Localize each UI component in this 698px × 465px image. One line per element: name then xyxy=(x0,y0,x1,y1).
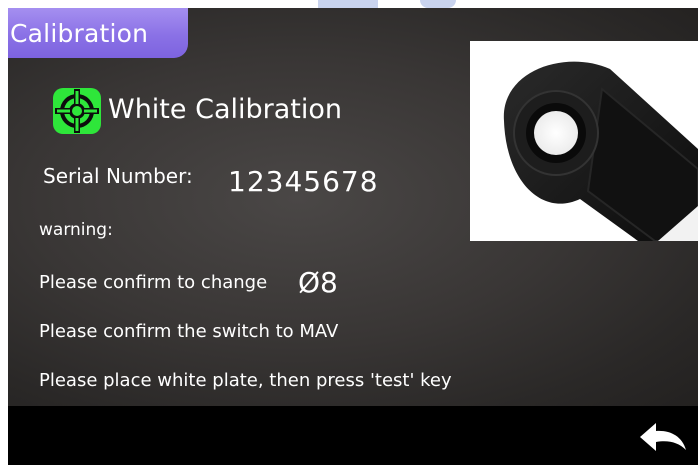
calibration-heading: White Calibration xyxy=(108,94,342,125)
back-arrow-icon[interactable] xyxy=(638,418,688,456)
device-illustration xyxy=(470,41,698,241)
title-tab: Calibration xyxy=(8,8,188,58)
aperture-value: Ø8 xyxy=(298,266,338,299)
watermark-shape xyxy=(318,0,378,8)
message-switch-mav: Please confirm the switch to MAV xyxy=(39,321,339,342)
device-screen: Calibration White Calibration Serial Num… xyxy=(0,0,698,465)
instrument-image xyxy=(470,41,698,241)
page-title: Calibration xyxy=(10,18,149,48)
serial-number-value: 12345678 xyxy=(228,165,379,198)
message-place-white-plate: Please place white plate, then press 'te… xyxy=(39,370,452,391)
calibration-target-icon xyxy=(53,88,101,134)
serial-number-label: Serial Number: xyxy=(43,164,193,188)
bottom-bar xyxy=(8,406,698,465)
warning-label: warning: xyxy=(39,220,113,240)
message-change-aperture: Please confirm to change xyxy=(39,272,268,293)
watermark-shape xyxy=(420,0,456,8)
